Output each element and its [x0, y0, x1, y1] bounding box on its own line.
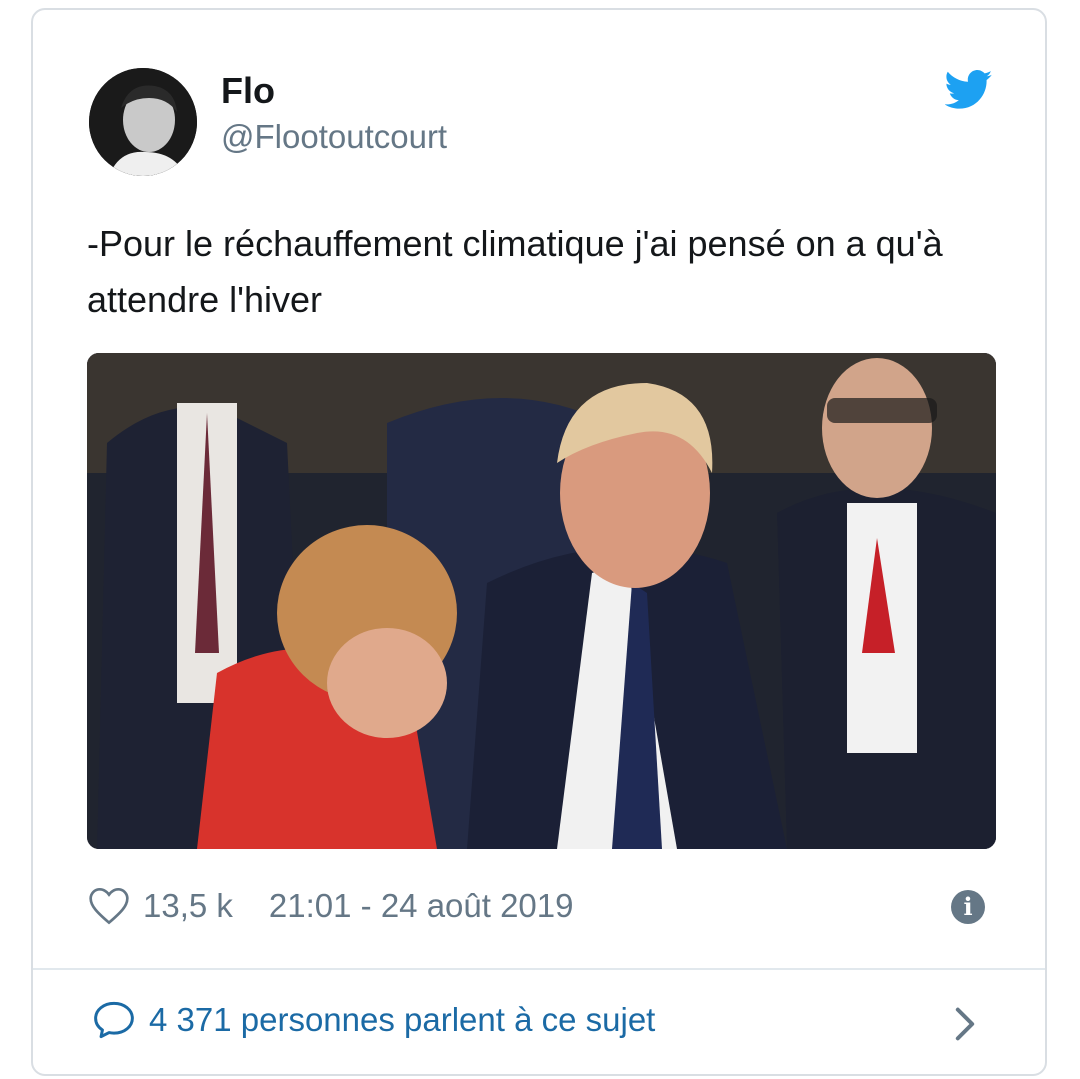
photo-image [87, 353, 996, 849]
heart-icon[interactable] [89, 887, 129, 925]
twitter-bird-icon[interactable] [945, 70, 993, 110]
author-name[interactable]: Flo [221, 70, 275, 112]
tweet-photo[interactable] [87, 353, 996, 849]
avatar-image [89, 68, 197, 176]
tweet-card: Flo @Flootoutcourt -Pour le réchauffemen… [31, 8, 1047, 1076]
like-count[interactable]: 13,5 k [143, 887, 233, 925]
info-icon[interactable]: i [951, 890, 985, 924]
speech-bubble-icon [94, 1001, 134, 1039]
conversation-link[interactable]: 4 371 personnes parlent à ce sujet [93, 1000, 655, 1040]
author-handle[interactable]: @Flootoutcourt [221, 118, 447, 156]
divider [33, 968, 1045, 970]
avatar[interactable] [89, 68, 197, 176]
chevron-right-icon[interactable] [953, 1006, 977, 1042]
tweet-timestamp[interactable]: 21:01 - 24 août 2019 [269, 887, 574, 925]
tweet-meta: 13,5 k 21:01 - 24 août 2019 [89, 882, 574, 930]
tweet-text: -Pour le réchauffement climatique j'ai p… [87, 223, 943, 320]
conversation-label: 4 371 personnes parlent à ce sujet [149, 1001, 656, 1038]
